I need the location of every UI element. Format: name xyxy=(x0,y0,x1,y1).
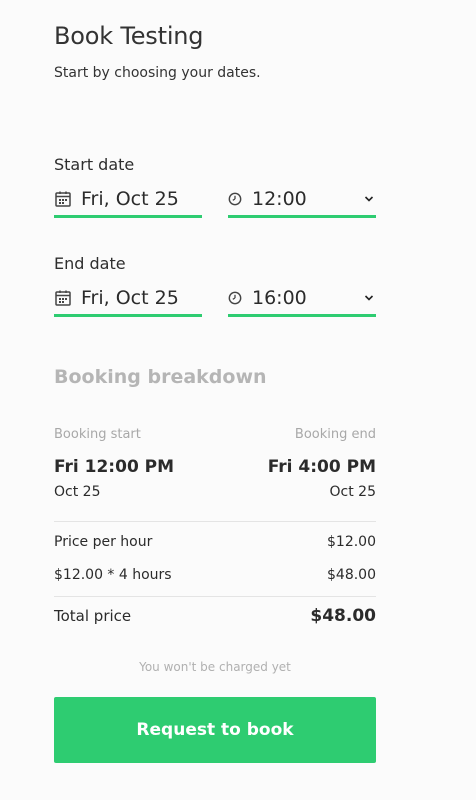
booking-end-date: Oct 25 xyxy=(329,484,376,500)
start-time-select[interactable]: 12:00 xyxy=(228,182,376,218)
price-per-hour-row: Price per hour $12.00 xyxy=(54,534,376,550)
total-row: Total price $48.00 xyxy=(54,606,376,626)
chevron-down-icon xyxy=(364,194,374,204)
end-time-value: 16:00 xyxy=(252,286,307,309)
booking-range-labels: Booking start Booking end xyxy=(54,427,376,442)
divider xyxy=(54,596,376,597)
start-date-label: Start date xyxy=(54,155,135,174)
start-date-value: Fri, Oct 25 xyxy=(81,187,179,210)
breakdown-heading: Booking breakdown xyxy=(54,366,267,388)
subtotal-label: $12.00 * 4 hours xyxy=(54,567,172,583)
booking-range-dates: Oct 25 Oct 25 xyxy=(54,484,376,500)
start-time-value: 12:00 xyxy=(252,187,307,210)
end-date-label: End date xyxy=(54,254,126,273)
chevron-down-icon xyxy=(364,293,374,303)
total-price-label: Total price xyxy=(54,607,132,625)
clock-icon xyxy=(228,291,242,305)
price-per-hour-label: Price per hour xyxy=(54,534,153,550)
total-price-value: $48.00 xyxy=(310,606,376,626)
end-date-field[interactable]: Fri, Oct 25 xyxy=(54,281,202,317)
subtotal-row: $12.00 * 4 hours $48.00 xyxy=(54,567,376,583)
booking-start-time: Fri 12:00 PM xyxy=(54,457,175,477)
booking-panel: Book Testing Start by choosing your date… xyxy=(0,0,476,800)
page-title: Book Testing xyxy=(54,22,204,50)
booking-range-times: Fri 12:00 PM Fri 4:00 PM xyxy=(54,457,376,477)
divider xyxy=(54,521,376,522)
booking-end-time: Fri 4:00 PM xyxy=(267,457,376,477)
charge-note: You won't be charged yet xyxy=(139,660,291,674)
end-time-select[interactable]: 16:00 xyxy=(228,281,376,317)
request-to-book-button[interactable]: Request to book xyxy=(54,697,376,763)
end-date-value: Fri, Oct 25 xyxy=(81,286,179,309)
clock-icon xyxy=(228,192,242,206)
price-per-hour-value: $12.00 xyxy=(327,534,376,550)
start-date-field[interactable]: Fri, Oct 25 xyxy=(54,182,202,218)
booking-start-label: Booking start xyxy=(54,427,141,442)
booking-end-label: Booking end xyxy=(294,427,376,442)
page-subtitle: Start by choosing your dates. xyxy=(54,65,261,81)
calendar-icon xyxy=(54,289,72,307)
calendar-icon xyxy=(54,190,72,208)
subtotal-value: $48.00 xyxy=(327,567,376,583)
booking-start-date: Oct 25 xyxy=(54,484,101,500)
